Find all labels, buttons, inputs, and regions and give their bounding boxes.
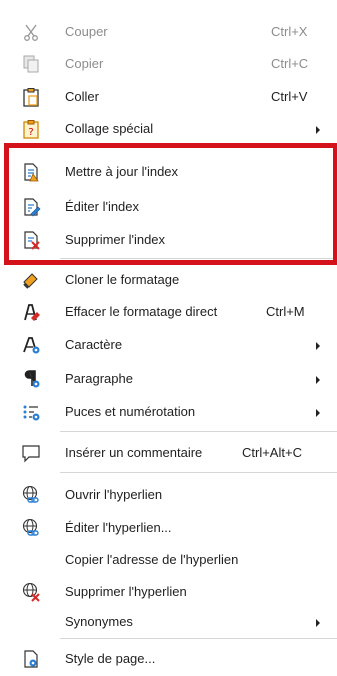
menu-item-label: Synonymes <box>65 614 133 629</box>
menu-item-copy-hyperlink-address[interactable]: Copier l'adresse de l'hyperlien <box>0 546 337 574</box>
menu-item-label: Caractère <box>65 337 123 352</box>
menu-item-bullets-numbering[interactable]: Puces et numérotation <box>0 398 337 426</box>
copy-icon <box>21 54 41 74</box>
highlight-box <box>4 143 337 265</box>
menu-item-paste[interactable]: Coller Ctrl+V <box>0 83 337 111</box>
menu-item-cut[interactable]: Couper Ctrl+X <box>0 18 337 46</box>
character-icon <box>21 335 41 355</box>
paste-special-icon: ? <box>21 119 41 139</box>
menu-item-label: Paragraphe <box>65 371 133 386</box>
menu-item-page-style[interactable]: Style de page... <box>0 645 337 673</box>
bullets-numbering-icon <box>21 402 41 422</box>
menu-item-label: Effacer le formatage direct <box>65 304 218 319</box>
svg-text:?: ? <box>28 127 33 138</box>
menu-item-label: Supprimer l'hyperlien <box>65 584 187 599</box>
menu-item-label: Cloner le formatage <box>65 272 180 287</box>
menu-separator <box>60 472 337 473</box>
menu-item-label: Copier <box>65 56 104 71</box>
menu-item-label: Ouvrir l'hyperlien <box>65 487 163 502</box>
menu-item-paragraph[interactable]: Paragraphe <box>0 365 337 393</box>
globe-link-icon <box>21 485 41 505</box>
shortcut-label: Ctrl+C <box>271 56 309 71</box>
submenu-arrow-icon <box>316 409 320 417</box>
menu-item-clone-formatting[interactable]: Cloner le formatage <box>0 266 337 294</box>
menu-item-remove-hyperlink[interactable]: Supprimer l'hyperlien <box>0 578 337 606</box>
menu-item-label: Copier l'adresse de l'hyperlien <box>65 552 239 567</box>
context-menu: Couper Ctrl+X Copier Ctrl+C Coller Ctrl+… <box>0 0 337 676</box>
shortcut-label: Ctrl+Alt+C <box>242 445 302 460</box>
menu-item-label: Coller <box>65 89 99 104</box>
submenu-arrow-icon <box>316 619 320 627</box>
menu-item-label: Insérer un commentaire <box>65 445 203 460</box>
submenu-arrow-icon <box>316 376 320 384</box>
menu-item-copy[interactable]: Copier Ctrl+C <box>0 50 337 78</box>
menu-item-paste-special[interactable]: ? Collage spécial <box>0 115 337 143</box>
page-style-icon <box>21 649 41 669</box>
menu-item-label: Éditer l'hyperlien... <box>65 520 172 535</box>
menu-item-synonyms[interactable]: Synonymes <box>0 608 337 636</box>
globe-remove-icon <box>21 582 41 602</box>
submenu-arrow-icon <box>316 126 320 134</box>
shortcut-label: Ctrl+V <box>271 89 308 104</box>
paintbrush-icon <box>21 270 41 290</box>
submenu-arrow-icon <box>316 342 320 350</box>
globe-edit-icon <box>21 518 41 538</box>
menu-item-label: Puces et numérotation <box>65 404 196 419</box>
paragraph-icon <box>21 369 41 389</box>
clear-formatting-icon <box>21 302 41 322</box>
menu-item-label: Style de page... <box>65 651 156 666</box>
scissors-icon <box>21 22 41 42</box>
menu-separator <box>60 638 337 639</box>
menu-item-edit-hyperlink[interactable]: Éditer l'hyperlien... <box>0 514 337 542</box>
menu-item-character[interactable]: Caractère <box>0 331 337 359</box>
shortcut-label: Ctrl+X <box>271 24 308 39</box>
menu-item-clear-direct-formatting[interactable]: Effacer le formatage direct Ctrl+M <box>0 298 337 326</box>
comment-icon <box>21 443 41 463</box>
menu-item-open-hyperlink[interactable]: Ouvrir l'hyperlien <box>0 481 337 509</box>
menu-item-label: Collage spécial <box>65 121 154 136</box>
menu-separator <box>60 431 337 432</box>
paste-icon <box>21 87 41 107</box>
menu-item-label: Couper <box>65 24 108 39</box>
menu-item-insert-comment[interactable]: Insérer un commentaire Ctrl+Alt+C <box>0 439 337 467</box>
shortcut-label: Ctrl+M <box>266 304 305 319</box>
